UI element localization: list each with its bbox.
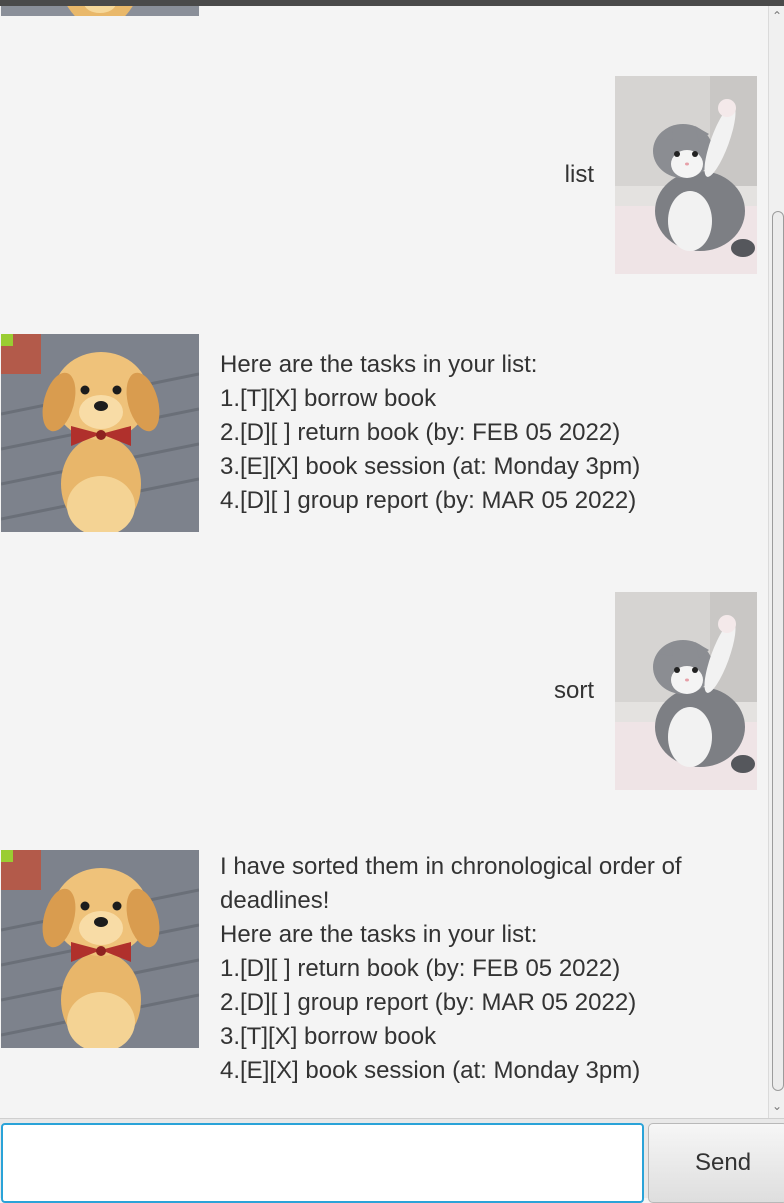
task-item: 4.[D][ ] group report (by: MAR 05 2022) — [220, 487, 637, 514]
chevron-up-icon[interactable]: ⌃ — [769, 8, 784, 24]
puppy-avatar — [1, 850, 199, 1048]
bot-message-text: Here are the tasks in your list: 1.[T][X… — [220, 348, 760, 518]
input-bar: Send — [0, 1118, 784, 1203]
puppy-avatar-partial — [1, 6, 199, 16]
kitten-avatar — [615, 592, 757, 790]
task-item: 2.[D][ ] return book (by: FEB 05 2022) — [220, 419, 621, 446]
kitten-avatar — [615, 76, 757, 274]
vertical-scrollbar[interactable]: ⌃ ⌄ — [768, 6, 784, 1118]
chevron-down-icon[interactable]: ⌄ — [769, 1098, 784, 1114]
task-item: 1.[T][X] borrow book — [220, 385, 437, 412]
bot-message-text: I have sorted them in chronological orde… — [220, 850, 760, 1088]
task-item: 3.[T][X] borrow book — [220, 1023, 437, 1050]
user-message-text: list — [564, 161, 594, 188]
task-item: 2.[D][ ] group report (by: MAR 05 2022) — [220, 989, 637, 1016]
message-line: I have sorted them in chronological orde… — [220, 853, 682, 880]
message-line: Here are the tasks in your list: — [220, 921, 538, 948]
scrollbar-thumb[interactable] — [772, 211, 784, 1091]
task-item: 4.[E][X] book session (at: Monday 3pm) — [220, 1057, 641, 1084]
puppy-avatar — [1, 334, 199, 532]
task-item: 3.[E][X] book session (at: Monday 3pm) — [220, 453, 641, 480]
chat-history[interactable]: list Here are the tasks in your list: 1.… — [0, 6, 768, 1118]
message-line: deadlines! — [220, 887, 330, 914]
send-button[interactable]: Send — [648, 1123, 784, 1203]
message-input[interactable] — [1, 1123, 644, 1203]
message-line: Here are the tasks in your list: — [220, 351, 538, 378]
user-message-text: sort — [553, 677, 594, 704]
task-item: 1.[D][ ] return book (by: FEB 05 2022) — [220, 955, 621, 982]
